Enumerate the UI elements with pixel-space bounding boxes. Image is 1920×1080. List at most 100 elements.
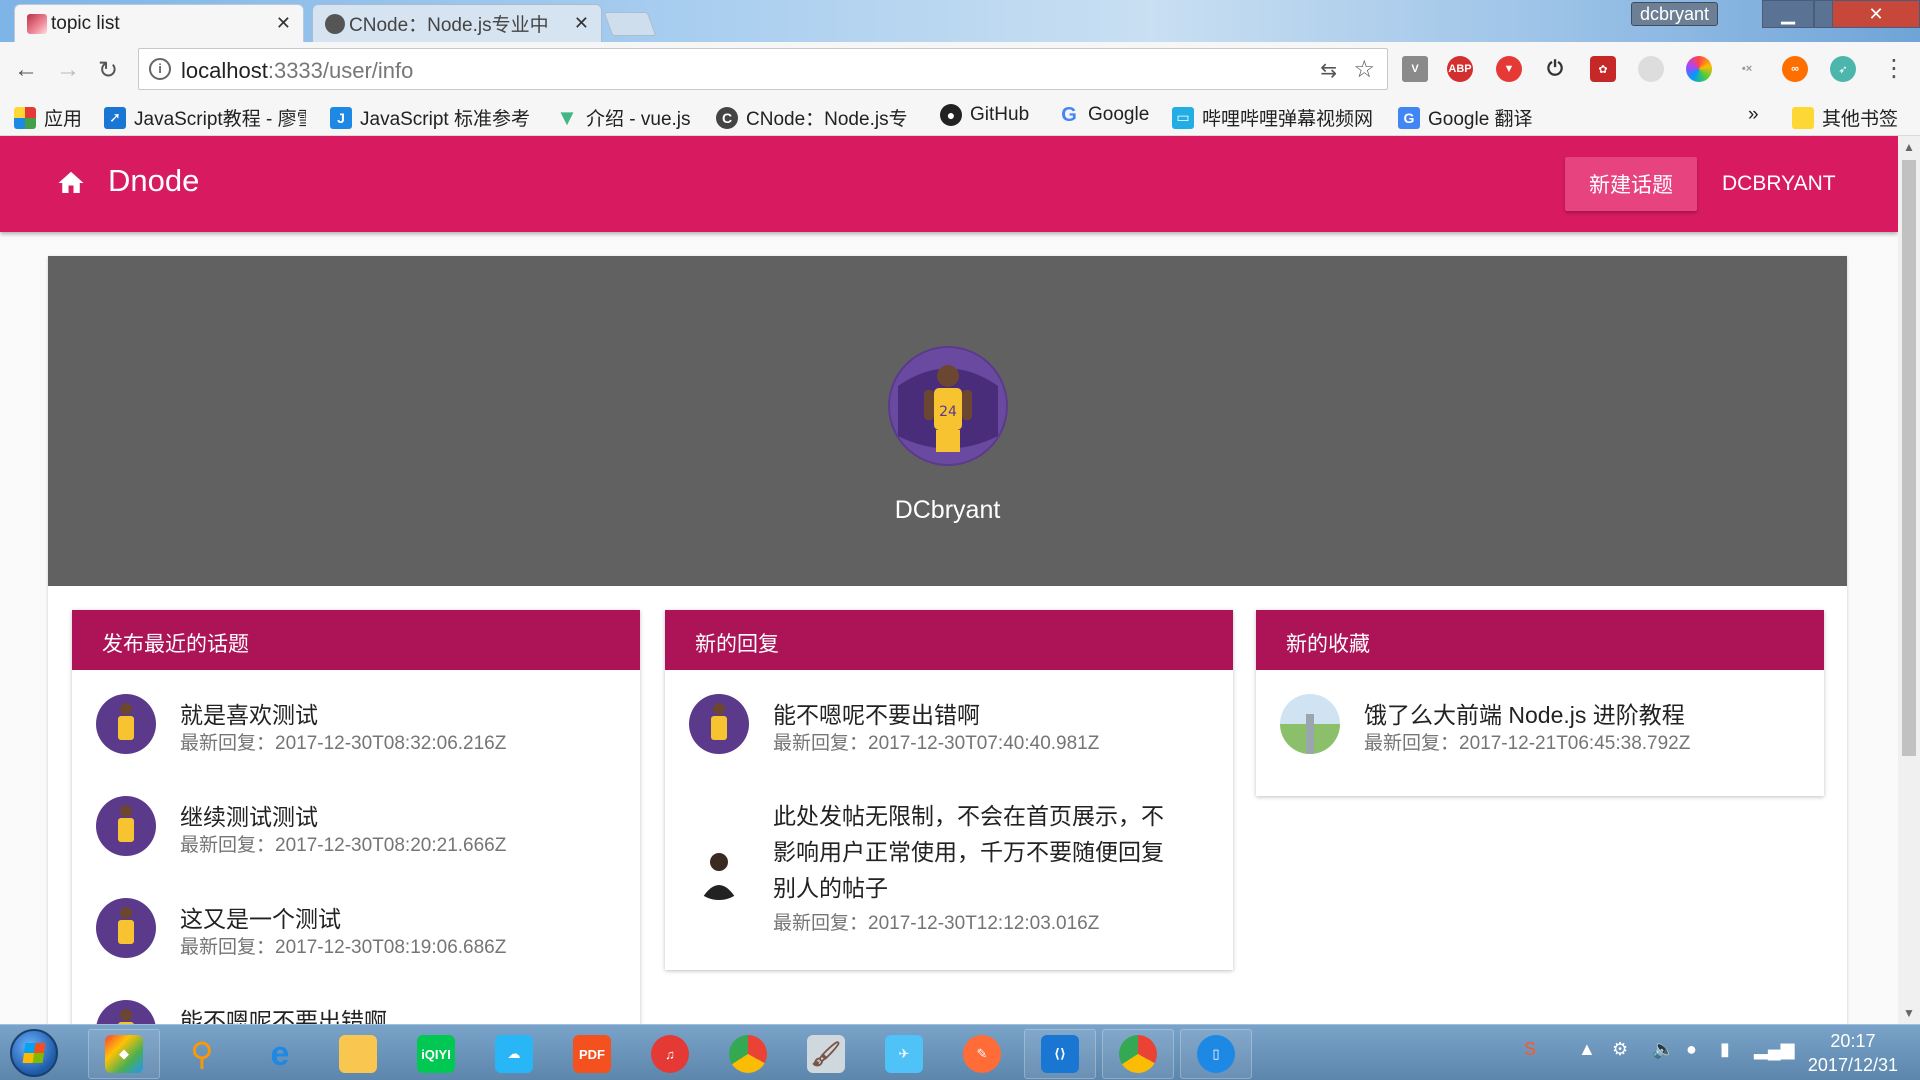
github-icon: ●: [940, 104, 962, 126]
power-icon[interactable]: ⏻: [1542, 56, 1568, 82]
taskbar-app[interactable]: ✈: [868, 1029, 940, 1079]
back-icon[interactable]: ←: [14, 56, 38, 84]
extension-bird-icon[interactable]: ➶: [1830, 56, 1856, 82]
extension-gray-icon[interactable]: [1638, 56, 1664, 82]
list-item[interactable]: 能不嗯呢不要出错啊: [72, 992, 640, 1024]
taskbar-app[interactable]: 🖌: [790, 1029, 862, 1079]
taskbar-app[interactable]: ♫: [634, 1029, 706, 1079]
taskbar-app[interactable]: ⚲: [166, 1029, 238, 1079]
translate-icon[interactable]: ⇆: [1320, 58, 1337, 83]
close-tab-icon[interactable]: ✕: [574, 13, 589, 34]
taskbar-app[interactable]: ◆: [88, 1029, 160, 1079]
ie-icon: e: [270, 1034, 290, 1073]
tab-topic-list[interactable]: topic list ✕: [14, 4, 304, 42]
new-tab-button[interactable]: [603, 12, 657, 36]
chrome-icon: [729, 1035, 767, 1073]
list-item[interactable]: 就是喜欢测试 最新回复：2017-12-30T08:32:06.216Z: [72, 686, 640, 788]
start-button[interactable]: [10, 1029, 58, 1077]
window-user-badge[interactable]: dcbryant: [1630, 2, 1718, 26]
forward-icon[interactable]: →: [56, 56, 80, 84]
volume-icon[interactable]: 🔈: [1652, 1039, 1674, 1060]
svg-text:24: 24: [939, 404, 957, 420]
menu-icon[interactable]: ⋮: [1882, 54, 1906, 83]
bookmarks-overflow[interactable]: »: [1748, 104, 1759, 126]
bookmark-liaoxuefeng[interactable]: ➚ JavaScript教程 - 廖雪: [104, 104, 306, 131]
list-item[interactable]: 饿了么大前端 Node.js 进阶教程 最新回复：2017-12-21T06:4…: [1256, 686, 1824, 788]
site-info-icon[interactable]: i: [149, 58, 171, 80]
tray-icon[interactable]: ●: [1686, 1039, 1697, 1060]
sogou-icon[interactable]: S: [1524, 1039, 1536, 1060]
baidu-cloud-icon: ☁: [495, 1035, 533, 1073]
vue-devtools-icon[interactable]: V: [1402, 56, 1428, 82]
bookmark-google-translate[interactable]: G Google 翻译: [1398, 104, 1533, 131]
avatar: [689, 840, 749, 900]
avatar: [96, 796, 156, 856]
rocket-icon: ➚: [104, 106, 126, 129]
list-item[interactable]: 继续测试测试 最新回复：2017-12-30T08:20:21.666Z: [72, 788, 640, 890]
bookmarks-bar: 应用 ➚ JavaScript教程 - 廖雪 J JavaScript 标准参考…: [0, 98, 1920, 136]
close-tab-icon[interactable]: ✕: [276, 13, 291, 34]
taskbar-app[interactable]: PDF: [556, 1029, 628, 1079]
bookmark-apps[interactable]: 应用: [14, 104, 82, 131]
bookmark-bilibili[interactable]: ▭ 哔哩哔哩弹幕视频网: [1172, 104, 1373, 131]
profile-banner: 24 DCbryant: [48, 256, 1847, 586]
network-tray-icon[interactable]: ⚙: [1612, 1039, 1628, 1060]
vue-icon: ▼: [556, 104, 578, 130]
home-icon[interactable]: [56, 168, 86, 198]
jigsaw-icon: ◆: [105, 1035, 143, 1073]
list-item[interactable]: 此处发帖无限制，不会在首页展示，不 影响用户正常使用，千万不要随便回复 别人的帖…: [665, 788, 1233, 958]
tab-label: topic list: [51, 12, 120, 34]
minimize-button[interactable]: ▁: [1762, 0, 1814, 28]
bookmark-vue[interactable]: ▼ 介绍 - vue.js: [556, 104, 690, 131]
list-item[interactable]: 能不嗯呢不要出错啊 最新回复：2017-12-30T07:40:40.981Z: [665, 686, 1233, 788]
other-bookmarks[interactable]: 其他书签: [1792, 104, 1898, 131]
adblock-icon[interactable]: ABP: [1447, 56, 1473, 82]
username-link[interactable]: DCBRYANT: [1722, 172, 1836, 196]
infinity-icon[interactable]: ∞: [1782, 56, 1808, 82]
reply-last-reply: 最新回复：2017-12-30T07:40:40.981Z: [773, 733, 1100, 754]
taskbar-app[interactable]: e: [244, 1029, 316, 1079]
reply-title: 能不嗯呢不要出错啊: [773, 702, 980, 728]
apps-grid-icon: [14, 106, 36, 129]
scrollbar-thumb[interactable]: [1902, 160, 1916, 756]
tab-cnode[interactable]: CNode：Node.js专业中 ✕: [312, 4, 602, 42]
brand-title[interactable]: Dnode: [108, 163, 199, 199]
extension-dots-icon[interactable]: •×: [1734, 56, 1760, 82]
extension-icon[interactable]: ✿: [1590, 56, 1616, 82]
pdf-icon: PDF: [573, 1035, 611, 1073]
taskbar-app[interactable]: [1102, 1029, 1174, 1079]
recent-replies-card: 新的回复 能不嗯呢不要出错啊 最新回复：2017-12-30T07:40:40.…: [665, 610, 1233, 970]
show-hidden-icons[interactable]: ▲: [1578, 1039, 1596, 1060]
bookmark-star-icon[interactable]: ☆: [1353, 55, 1375, 84]
battery-icon[interactable]: ▮: [1720, 1039, 1730, 1060]
app-bar: Dnode 新建话题 DCBRYANT: [0, 136, 1898, 232]
bookmark-cnode[interactable]: C CNode：Node.js专: [716, 104, 908, 131]
page-scrollbar[interactable]: ▲ ▼: [1898, 136, 1920, 1024]
signal-icon[interactable]: ▂▄▆: [1754, 1039, 1794, 1060]
scroll-down-icon[interactable]: ▼: [1903, 1006, 1915, 1020]
reload-icon[interactable]: ↻: [98, 56, 118, 85]
taskbar-app[interactable]: ▯: [1180, 1029, 1252, 1079]
recent-topics-card: 发布最近的话题 就是喜欢测试 最新回复：2017-12-30T08:32:06.…: [72, 610, 640, 1024]
taskbar-app[interactable]: [712, 1029, 784, 1079]
taskbar-app[interactable]: ✎: [946, 1029, 1018, 1079]
address-bar[interactable]: i localhost:3333/user/info ⇆ ☆: [138, 48, 1388, 90]
scroll-up-icon[interactable]: ▲: [1903, 140, 1915, 154]
system-clock[interactable]: 20:17 2017/12/31: [1808, 1029, 1898, 1077]
postman-icon: ✎: [963, 1035, 1001, 1073]
taskbar-app[interactable]: [322, 1029, 394, 1079]
bookmark-github[interactable]: ● GitHub: [940, 104, 1029, 126]
taskbar-app[interactable]: ⟨⟩: [1024, 1029, 1096, 1079]
collection-last-reply: 最新回复：2017-12-21T06:45:38.792Z: [1364, 733, 1691, 754]
avatar: [689, 694, 749, 754]
card-header: 发布最近的话题: [72, 610, 640, 670]
ublock-icon[interactable]: ▼: [1496, 56, 1522, 82]
bookmark-js-reference[interactable]: J JavaScript 标准参考: [330, 104, 530, 131]
taskbar-app[interactable]: ☁: [478, 1029, 550, 1079]
bookmark-google[interactable]: G Google: [1058, 104, 1149, 126]
close-window-button[interactable]: ✕: [1832, 0, 1920, 28]
new-topic-button[interactable]: 新建话题: [1565, 157, 1697, 211]
color-picker-icon[interactable]: [1686, 56, 1712, 82]
list-item[interactable]: 这又是一个测试 最新回复：2017-12-30T08:19:06.686Z: [72, 890, 640, 992]
taskbar-app[interactable]: iQIYI: [400, 1029, 472, 1079]
